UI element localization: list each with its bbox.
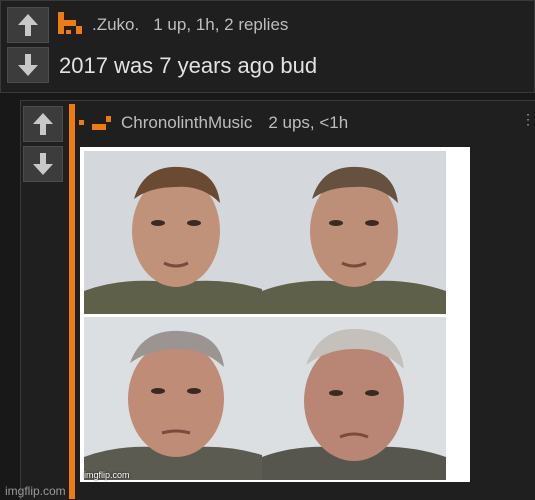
arrow-down-icon <box>18 54 38 76</box>
vote-column <box>23 106 63 186</box>
downvote-button[interactable] <box>23 146 63 182</box>
arrow-down-icon <box>33 153 53 175</box>
meme-panel <box>262 151 446 314</box>
arrow-up-icon <box>18 14 38 36</box>
meme-panel <box>84 151 268 314</box>
username[interactable]: .Zuko. <box>92 15 139 35</box>
arrow-up-icon <box>33 113 53 135</box>
upvote-button[interactable] <box>7 7 49 43</box>
comment-meta: 1 up, 1h, 2 replies <box>153 15 289 34</box>
meme-image[interactable]: imgflip.com <box>80 147 470 482</box>
comment-header: ChronolinthMusic 2 ups, <1h <box>79 109 348 137</box>
comment-header: .Zuko. 1 up, 1h, 2 replies <box>58 9 288 41</box>
downvote-button[interactable] <box>7 47 49 83</box>
site-watermark: imgflip.com <box>5 484 66 498</box>
more-options-icon[interactable]: ⋮ <box>521 111 535 128</box>
user-avatar[interactable] <box>79 110 115 136</box>
username[interactable]: ChronolinthMusic <box>121 113 252 133</box>
meme-panel <box>262 317 446 480</box>
vote-column <box>7 7 49 87</box>
image-watermark: imgflip.com <box>84 470 130 480</box>
comment-2: ChronolinthMusic 2 ups, <1h ⋮ imgflip.co… <box>20 100 535 500</box>
comment-meta: 2 ups, <1h <box>268 113 349 132</box>
comment-text: 2017 was 7 years ago bud <box>59 53 318 78</box>
upvote-button[interactable] <box>23 106 63 142</box>
reply-thread-bar <box>69 104 75 499</box>
meme-panel <box>84 317 268 480</box>
user-avatar[interactable] <box>58 12 86 38</box>
comment-1: .Zuko. 1 up, 1h, 2 replies 2017 was 7 ye… <box>0 0 535 93</box>
